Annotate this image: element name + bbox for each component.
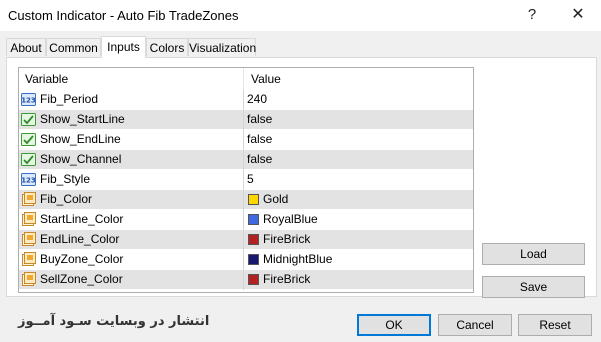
color-param-icon [22,212,36,226]
variable-cell: Show_EndLine [19,130,244,150]
grid-row[interactable]: 123 Fib_Style 5 [19,170,473,190]
grid-row[interactable]: StartLine_Color RoyalBlue [19,210,473,230]
grid-row[interactable]: Show_EndLine false [19,130,473,150]
color-param-icon [22,192,36,206]
variable-cell: 123 Fib_Period [19,90,244,110]
tab-about[interactable]: About [6,38,46,56]
variable-name: StartLine_Color [40,212,124,226]
variable-name: Fib_Color [40,192,93,206]
bool-param-icon [21,133,36,146]
value-cell[interactable]: FireBrick [245,230,473,250]
variable-cell: EndLine_Color [19,230,244,250]
value-text: FireBrick [263,272,311,286]
grid-row[interactable]: BuyZone_Color MidnightBlue [19,250,473,270]
svg-text:123: 123 [21,97,36,105]
color-swatch [248,254,259,265]
save-button[interactable]: Save [482,276,585,298]
tab-inputs[interactable]: Inputs [101,36,146,58]
grid-row[interactable]: SellZone_Color FireBrick [19,270,473,290]
value-cell[interactable]: 5 [245,170,473,190]
variable-name: Fib_Style [40,172,91,186]
value-text: 240 [247,92,268,106]
value-text: MidnightBlue [263,252,333,266]
tab-visualization[interactable]: Visualization [188,38,256,56]
value-cell[interactable]: false [245,150,473,170]
grid-row[interactable]: Show_StartLine false [19,110,473,130]
value-text: false [247,112,273,126]
variable-cell: Show_Channel [19,150,244,170]
variable-name: Show_EndLine [40,132,121,146]
value-cell[interactable]: false [245,130,473,150]
svg-text:123: 123 [21,177,36,185]
watermark-text: انتشار در وبسایت سـود آمــوز [18,314,210,329]
variable-name: BuyZone_Color [40,252,124,266]
grid-row[interactable]: EndLine_Color FireBrick [19,230,473,250]
color-swatch [248,234,259,245]
variable-name: Show_StartLine [40,112,125,126]
variable-name: SellZone_Color [40,272,123,286]
value-text: false [247,132,273,146]
close-button[interactable]: ✕ [558,2,598,28]
variable-name: EndLine_Color [40,232,120,246]
variable-cell: SellZone_Color [19,270,244,290]
ok-button[interactable]: OK [357,314,431,336]
grid-header: Variable Value [19,68,473,91]
grid-row[interactable]: Fib_Color Gold [19,190,473,210]
color-param-icon [22,232,36,246]
tab-common[interactable]: Common [46,38,101,56]
value-text: Gold [263,192,289,206]
number-param-icon: 123 [21,93,36,106]
reset-button[interactable]: Reset [518,314,592,336]
value-text: false [247,152,273,166]
inputs-grid: Variable Value 123 Fib_Period 240 Show_Star… [18,67,474,293]
value-text: FireBrick [263,232,311,246]
column-header-variable[interactable]: Variable [19,68,244,90]
variable-name: Fib_Period [40,92,99,106]
grid-row[interactable]: Show_Channel false [19,150,473,170]
color-swatch [248,274,259,285]
value-cell[interactable]: MidnightBlue [245,250,473,270]
value-cell[interactable]: Gold [245,190,473,210]
value-cell[interactable]: false [245,110,473,130]
value-cell[interactable]: FireBrick [245,270,473,290]
variable-cell: Show_StartLine [19,110,244,130]
value-text: 5 [247,172,254,186]
variable-cell: BuyZone_Color [19,250,244,270]
color-param-icon [22,252,36,266]
tab-colors[interactable]: Colors [146,38,188,56]
value-cell[interactable]: 240 [245,90,473,110]
bool-param-icon [21,113,36,126]
value-text: RoyalBlue [263,212,318,226]
number-param-icon: 123 [21,173,36,186]
bool-param-icon [21,153,36,166]
grid-row[interactable]: 123 Fib_Period 240 [19,90,473,110]
column-header-value[interactable]: Value [245,68,473,90]
variable-name: Show_Channel [40,152,122,166]
cancel-button[interactable]: Cancel [438,314,512,336]
window-title: Custom Indicator - Auto Fib TradeZones [8,8,239,23]
load-button[interactable]: Load [482,243,585,265]
variable-cell: StartLine_Color [19,210,244,230]
variable-cell: Fib_Color [19,190,244,210]
title-bar: Custom Indicator - Auto Fib TradeZones ?… [0,0,601,31]
help-button[interactable]: ? [512,2,552,28]
color-swatch [248,214,259,225]
variable-cell: 123 Fib_Style [19,170,244,190]
color-param-icon [22,272,36,286]
value-cell[interactable]: RoyalBlue [245,210,473,230]
color-swatch [248,194,259,205]
